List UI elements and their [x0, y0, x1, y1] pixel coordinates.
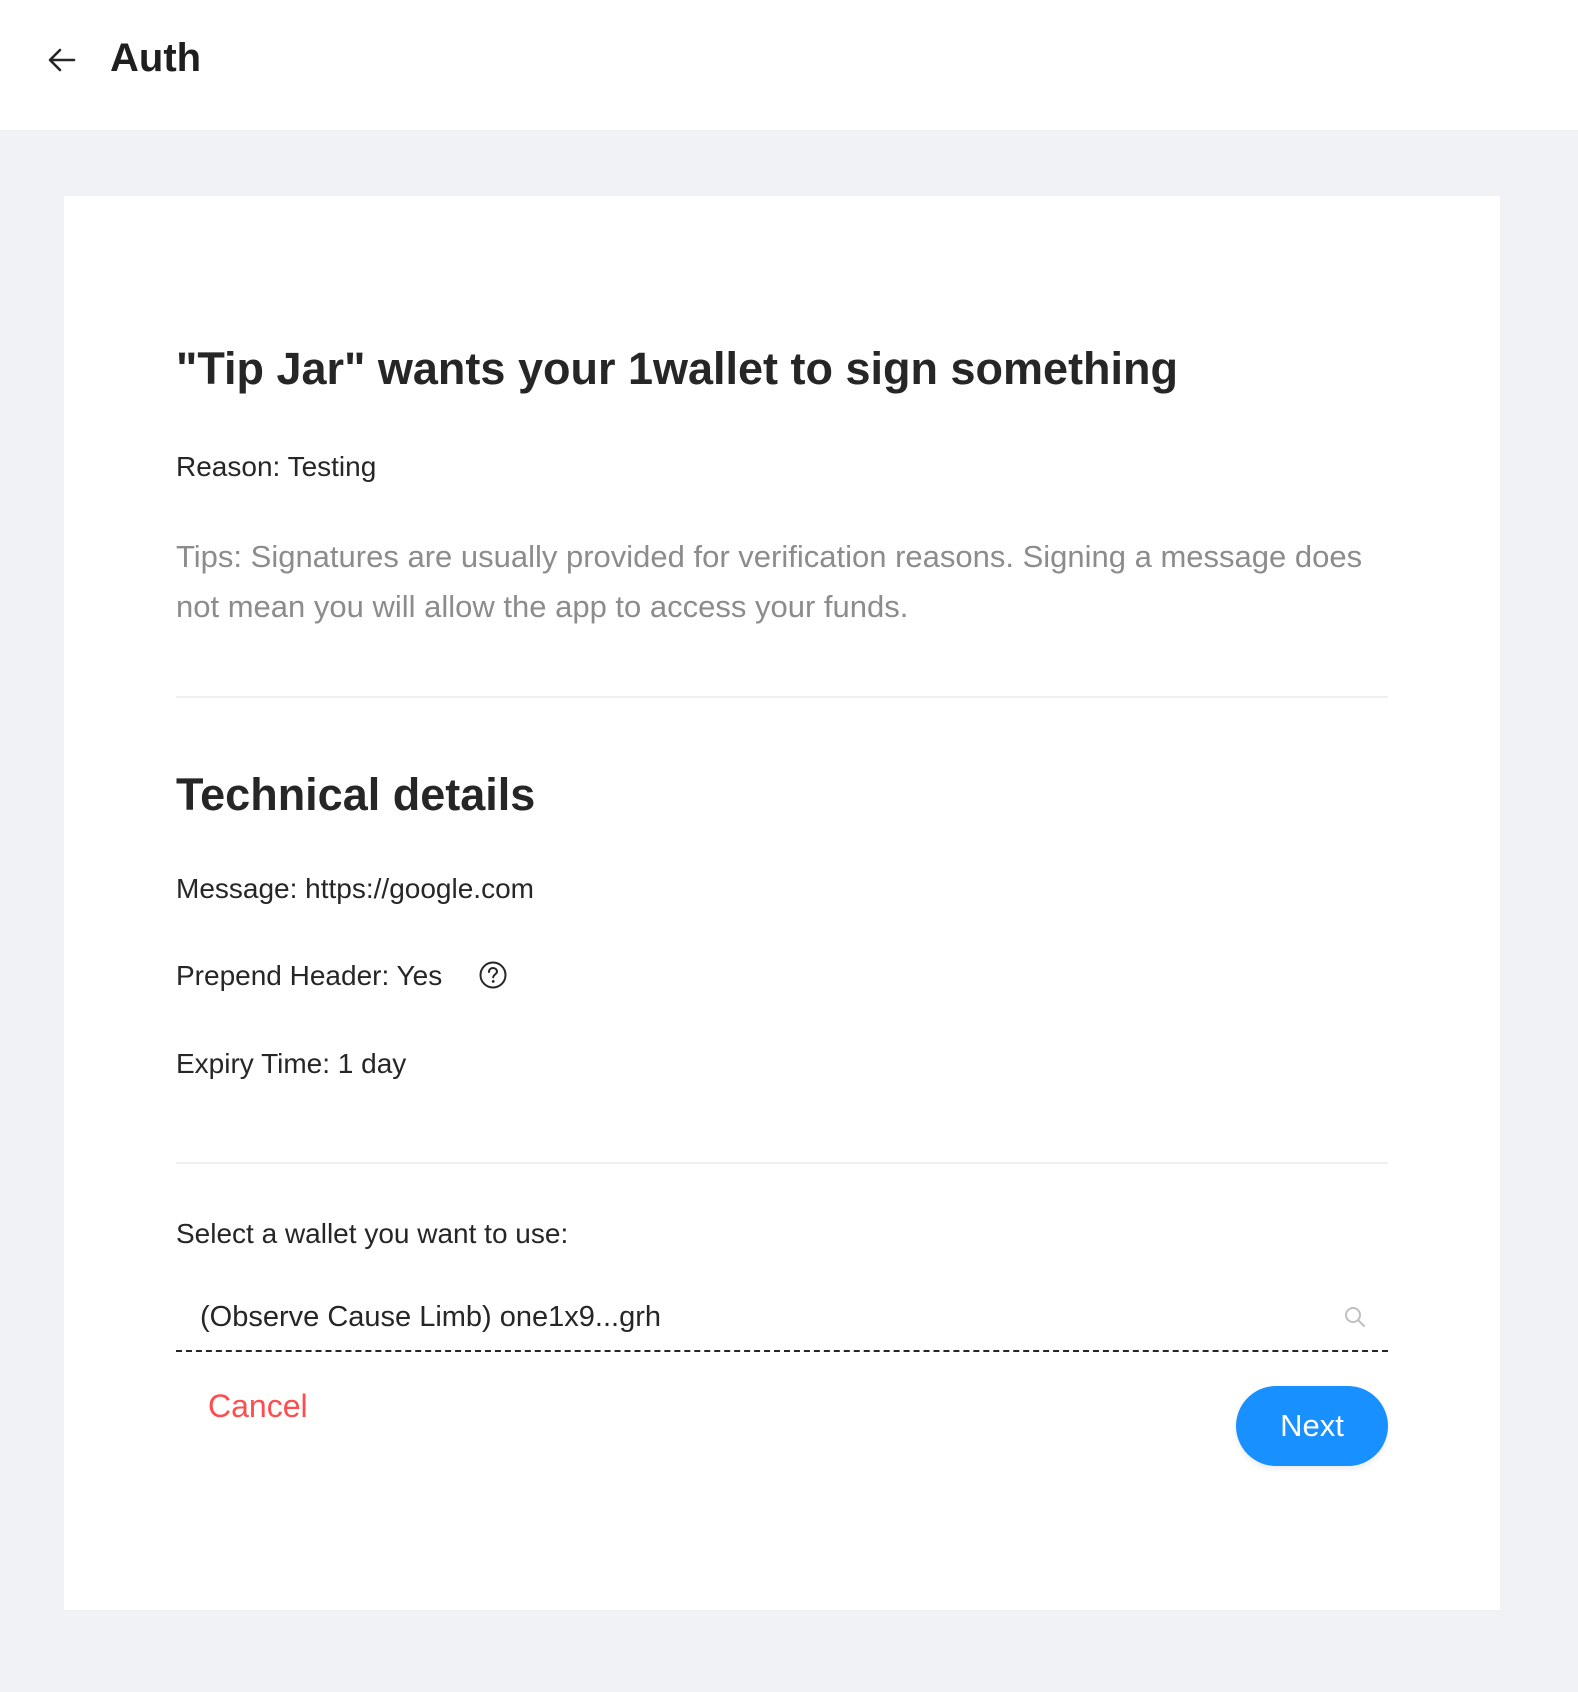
tips-text: Tips: Signatures are usually provided fo…	[176, 539, 1363, 624]
next-button[interactable]: Next	[1236, 1386, 1388, 1466]
search-icon	[1345, 1307, 1365, 1327]
auth-card: "Tip Jar" wants your 1wallet to sign som…	[64, 196, 1500, 1610]
wallet-select-value: (Observe Cause Limb) one1x9...grh	[200, 1301, 661, 1333]
request-title: "Tip Jar" wants your 1wallet to sign som…	[176, 343, 1179, 394]
divider	[176, 696, 1388, 698]
page-title: Auth	[110, 36, 202, 80]
reason-text: Reason: Testing	[176, 451, 377, 482]
wallet-select[interactable]: (Observe Cause Limb) one1x9...grh	[176, 1282, 1388, 1352]
wallet-select-label: Select a wallet you want to use:	[176, 1218, 569, 1249]
question-circle-icon[interactable]	[478, 960, 508, 990]
top-bar: Auth	[0, 0, 1578, 130]
message-text: Message: https://google.com	[176, 873, 534, 904]
cancel-button[interactable]: Cancel	[208, 1386, 308, 1426]
prepend-header-text: Prepend Header: Yes	[176, 960, 443, 991]
divider	[176, 1162, 1388, 1164]
expiry-text: Expiry Time: 1 day	[176, 1048, 407, 1079]
arrow-left-icon	[48, 48, 76, 72]
back-button[interactable]	[40, 38, 84, 82]
technical-details-title: Technical details	[176, 769, 536, 820]
